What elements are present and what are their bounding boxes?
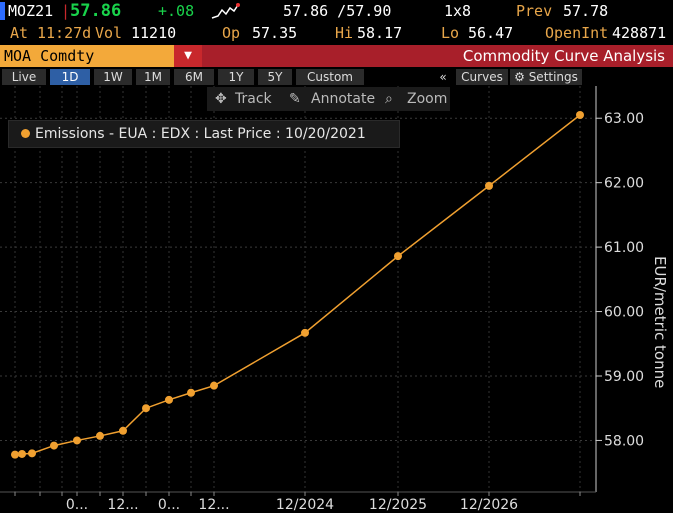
open-label: Op	[222, 24, 241, 42]
x-tick-label: 12/2026	[460, 497, 518, 513]
tab-5y[interactable]: 5Y	[258, 69, 292, 85]
bid-ask-size: 1x8	[444, 2, 472, 20]
security-input[interactable]: MOA Comdty	[0, 45, 174, 67]
data-point[interactable]	[210, 381, 218, 390]
x-axis-ticks: 0... 12... 0... 12... 12/2024 12/2025 12/2026	[14, 492, 581, 513]
data-point[interactable]	[301, 328, 309, 337]
time-value: 11:27d	[37, 24, 92, 42]
ticker-symbol[interactable]: MOZ21	[8, 0, 53, 22]
curves-button[interactable]: Curves	[456, 69, 508, 85]
gear-icon: ⚙	[514, 70, 525, 84]
y-tick-label: 58.00	[604, 433, 644, 449]
data-point[interactable]	[50, 441, 58, 450]
x-tick-label: 0...	[66, 497, 88, 513]
data-point[interactable]	[394, 252, 402, 261]
curve-chart[interactable]: 58.00 59.00 60.00 61.00 62.00 63.00 0... 12...…	[0, 86, 673, 513]
data-point[interactable]	[96, 431, 104, 440]
zoom-icon: ⌕	[385, 91, 393, 107]
prev-value: 57.78	[563, 2, 609, 20]
at-label: At	[10, 24, 29, 42]
chevron-down-icon: ▼	[184, 48, 192, 63]
data-point[interactable]	[28, 449, 36, 458]
y-axis-ticks: 58.00 59.00 60.00 61.00 62.00 63.00	[596, 111, 644, 449]
ticker-marker	[0, 2, 5, 20]
data-point[interactable]	[73, 436, 81, 445]
quote-header-row: MOZ21 | 57.86 +.08 57.86 /57.90 1x8 Prev…	[0, 0, 673, 22]
tab-label: 1W	[103, 70, 123, 84]
tab-6m[interactable]: 6M	[174, 69, 214, 85]
low-label: Lo	[441, 24, 460, 42]
function-title-bar: Commodity Curve Analysis	[202, 45, 673, 67]
tab-label: 1M	[144, 70, 162, 84]
tab-label: 1Y	[228, 70, 244, 84]
settings-label: Settings	[528, 70, 578, 84]
x-tick-label: 12/2024	[276, 497, 334, 513]
security-dropdown-button[interactable]: ▼	[174, 45, 202, 67]
open-value: 57.35	[252, 24, 298, 42]
zoom-button[interactable]: Zoom	[407, 87, 447, 111]
tab-1d[interactable]: 1D	[50, 69, 90, 85]
collapse-icon: «	[439, 70, 447, 84]
x-tick-label: 12...	[107, 497, 138, 513]
prev-label: Prev	[516, 2, 553, 20]
tab-1m[interactable]: 1M	[136, 69, 170, 85]
annotate-icon: ✎	[289, 91, 301, 107]
open-interest-label: OpenInt	[545, 24, 609, 42]
quote-stats-row: At 11:27d Vol 11210 Op 57.35 Hi 58.17 Lo…	[0, 22, 673, 44]
x-tick-label: 12...	[198, 497, 229, 513]
low-value: 56.47	[468, 24, 514, 42]
y-tick-label: 63.00	[604, 111, 644, 127]
legend-entry: Emissions - EUA : EDX : Last Price : 10/…	[35, 126, 366, 142]
data-point[interactable]	[11, 450, 19, 459]
data-point[interactable]	[485, 181, 493, 190]
vol-value: 11210	[131, 24, 177, 42]
data-point[interactable]	[142, 404, 150, 413]
sparkline-icon	[210, 0, 240, 22]
data-point[interactable]	[18, 449, 26, 458]
separator: |	[61, 2, 71, 20]
tab-label: Custom	[307, 70, 353, 84]
y-tick-label: 61.00	[604, 240, 644, 256]
high-value: 58.17	[357, 24, 403, 42]
x-tick-label: 0...	[158, 497, 180, 513]
y-tick-label: 59.00	[604, 369, 644, 385]
x-tick-label: 12/2025	[369, 497, 427, 513]
chart-toolbar: ✥ Track ✎ Annotate ⌕ Zoom	[207, 87, 450, 111]
data-point[interactable]	[576, 111, 584, 119]
function-title: Commodity Curve Analysis	[462, 47, 665, 65]
tab-1y[interactable]: 1Y	[218, 69, 254, 85]
y-tick-label: 62.00	[604, 176, 644, 192]
tab-1w[interactable]: 1W	[94, 69, 132, 85]
annotate-button[interactable]: Annotate	[311, 87, 375, 111]
legend-swatch	[21, 129, 30, 138]
range-tabs-row: Live 1D 1W 1M 6M 1Y 5Y Custom « Curves ⚙…	[0, 68, 673, 86]
y-tick-label: 60.00	[604, 305, 644, 321]
data-point[interactable]	[187, 388, 195, 397]
series-group	[11, 111, 584, 459]
open-interest-value: 428871	[612, 24, 667, 42]
y-axis-label: EUR/metric tonne	[651, 256, 669, 388]
data-point[interactable]	[119, 426, 127, 435]
security-input-text: MOA Comdty	[4, 47, 95, 65]
security-bar: MOA Comdty ▼ Commodity Curve Analysis	[0, 45, 673, 67]
tab-custom[interactable]: Custom	[296, 69, 364, 85]
collapse-button[interactable]: «	[434, 69, 452, 85]
bid-ask: 57.86 /57.90	[283, 2, 392, 20]
high-label: Hi	[335, 24, 354, 42]
net-change: +.08	[158, 2, 195, 20]
data-point[interactable]	[165, 395, 173, 404]
tab-live[interactable]: Live	[2, 69, 46, 85]
last-price: 57.86	[70, 1, 122, 21]
tab-label: 5Y	[267, 70, 283, 84]
curves-label: Curves	[461, 70, 503, 84]
vol-label: Vol	[95, 24, 123, 42]
settings-button[interactable]: ⚙ Settings	[510, 69, 582, 85]
tab-label: 6M	[185, 70, 203, 84]
chart-legend[interactable]: Emissions - EUA : EDX : Last Price : 10/…	[8, 120, 400, 148]
series-line	[14, 114, 581, 456]
track-button[interactable]: Track	[235, 87, 272, 111]
tab-label: Live	[11, 70, 37, 84]
track-icon: ✥	[215, 91, 227, 107]
tab-label: 1D	[61, 70, 79, 84]
